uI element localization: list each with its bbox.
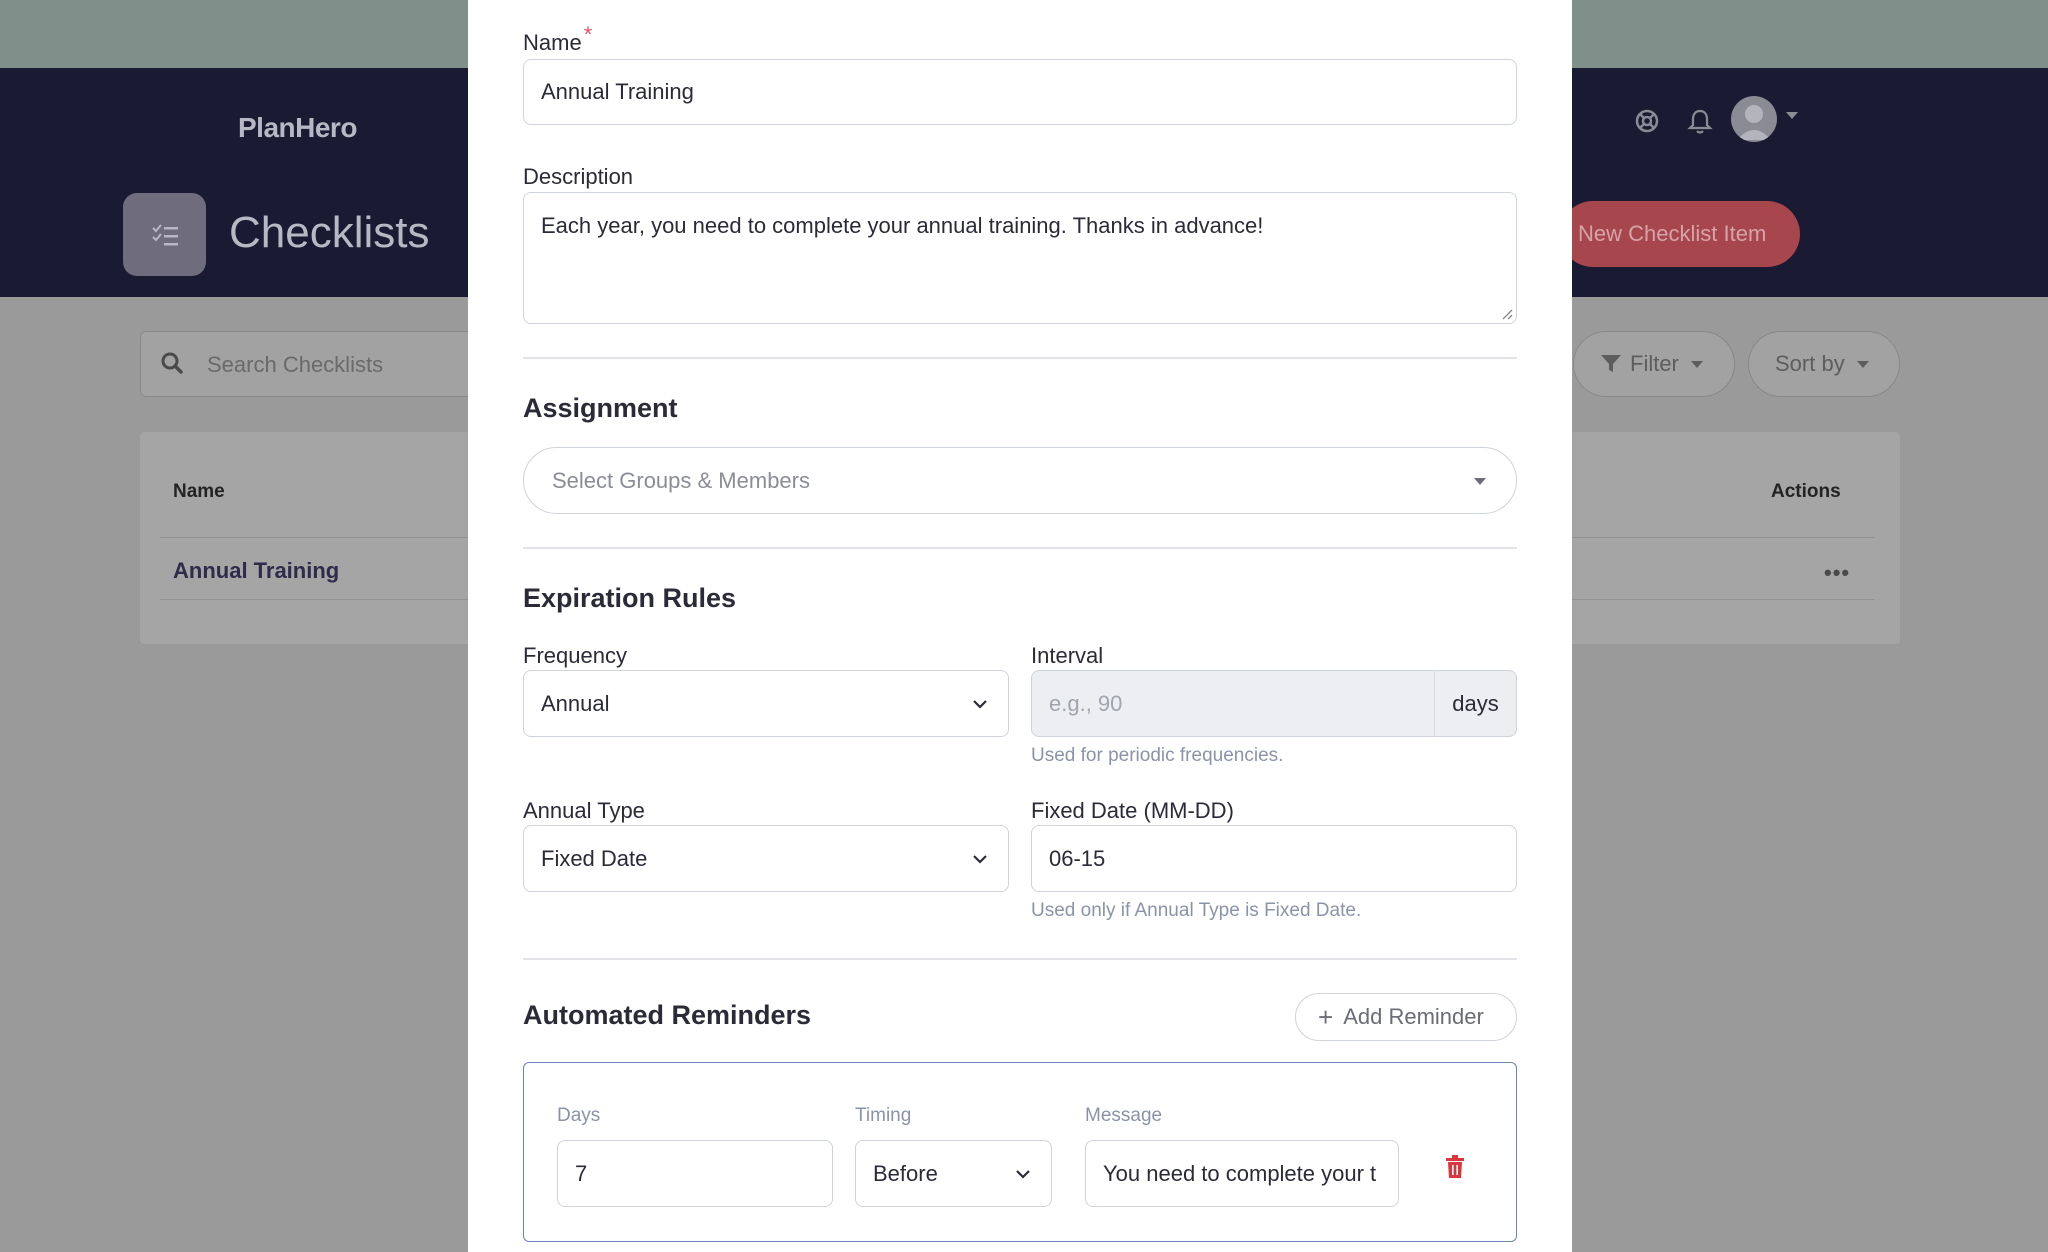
- bell-icon[interactable]: [1687, 107, 1715, 135]
- name-input[interactable]: Annual Training: [523, 59, 1517, 125]
- name-label: Name*: [523, 22, 592, 56]
- interval-placeholder: e.g., 90: [1049, 690, 1123, 716]
- description-label: Description: [523, 164, 634, 189]
- row-actions-menu[interactable]: •••: [1824, 560, 1850, 586]
- fixed-date-label: Fixed Date (MM-DD): [1031, 798, 1234, 823]
- interval-label: Interval: [1031, 643, 1104, 668]
- frequency-label: Frequency: [523, 643, 627, 668]
- annual-type-value: Fixed Date: [541, 845, 648, 871]
- annual-type-label: Annual Type: [523, 798, 645, 823]
- chevron-down-icon: [1474, 478, 1486, 485]
- column-header-actions: Actions: [1771, 481, 1841, 502]
- fixed-date-input[interactable]: 06-15: [1031, 825, 1517, 892]
- filter-button[interactable]: Filter: [1573, 331, 1735, 397]
- add-reminder-label: Add Reminder: [1343, 1004, 1484, 1029]
- avatar[interactable]: [1731, 96, 1777, 142]
- reminders-title: Automated Reminders: [523, 1000, 812, 1030]
- name-input-value: Annual Training: [541, 79, 694, 104]
- table-row-name[interactable]: Annual Training: [173, 558, 339, 584]
- required-mark: *: [583, 22, 593, 47]
- description-value: Each year, you need to complete your ann…: [541, 213, 1264, 238]
- search-placeholder: Search Checklists: [207, 352, 384, 377]
- avatar-caret-icon[interactable]: [1786, 112, 1798, 119]
- filter-icon: [1601, 355, 1621, 372]
- reminder-days-input[interactable]: 7: [557, 1140, 833, 1207]
- filter-label: Filter: [1630, 351, 1679, 376]
- reminder-message-value: You need to complete your t: [1103, 1160, 1377, 1186]
- reminder-timing-label: Timing: [855, 1105, 912, 1126]
- reminder-days-value: 7: [575, 1160, 588, 1186]
- fixed-date-value: 06-15: [1049, 845, 1106, 871]
- page-title: Checklists: [229, 208, 430, 257]
- delete-reminder-trash-icon[interactable]: [1445, 1155, 1465, 1184]
- reminder-message-label: Message: [1085, 1105, 1163, 1126]
- new-checklist-item-button[interactable]: New Checklist Item: [1560, 201, 1800, 267]
- brand-logo[interactable]: PlanHero: [238, 112, 357, 144]
- reminder-timing-value: Before: [873, 1160, 938, 1186]
- help-lifebuoy-icon[interactable]: [1633, 107, 1661, 135]
- sort-caret-icon: [1856, 360, 1869, 368]
- chevron-down-icon: [973, 854, 987, 864]
- section-divider: [523, 547, 1517, 549]
- assignment-title: Assignment: [523, 393, 678, 423]
- reminder-timing-select[interactable]: Before: [855, 1140, 1052, 1207]
- plus-icon: +: [1318, 1002, 1334, 1032]
- section-divider: [523, 357, 1517, 359]
- annual-type-select[interactable]: Fixed Date: [523, 825, 1009, 892]
- interval-unit-addon: days: [1434, 670, 1517, 737]
- section-divider: [523, 958, 1517, 960]
- resize-grip-icon[interactable]: [1501, 308, 1513, 320]
- assignment-placeholder: Select Groups & Members: [552, 467, 810, 493]
- interval-help-text: Used for periodic frequencies.: [1031, 745, 1284, 766]
- description-textarea[interactable]: Each year, you need to complete your ann…: [523, 192, 1517, 324]
- sort-label: Sort by: [1775, 351, 1845, 376]
- add-reminder-button[interactable]: + Add Reminder: [1295, 993, 1517, 1041]
- chevron-down-icon: [973, 699, 987, 709]
- interval-input[interactable]: e.g., 90: [1031, 670, 1435, 737]
- reminder-days-label: Days: [557, 1105, 601, 1126]
- column-header-name: Name: [173, 481, 225, 502]
- filter-caret-icon: [1690, 360, 1703, 368]
- search-icon: [160, 351, 184, 380]
- fixed-date-help-text: Used only if Annual Type is Fixed Date.: [1031, 900, 1362, 921]
- chevron-down-icon: [1016, 1169, 1030, 1179]
- expiration-title: Expiration Rules: [523, 583, 737, 613]
- name-label-text: Name: [523, 30, 582, 55]
- checklist-icon: [123, 193, 206, 276]
- assignment-select[interactable]: Select Groups & Members: [523, 447, 1517, 514]
- reminder-message-input[interactable]: You need to complete your t: [1085, 1140, 1399, 1207]
- frequency-value: Annual: [541, 690, 610, 716]
- sort-button[interactable]: Sort by: [1748, 331, 1900, 397]
- frequency-select[interactable]: Annual: [523, 670, 1009, 737]
